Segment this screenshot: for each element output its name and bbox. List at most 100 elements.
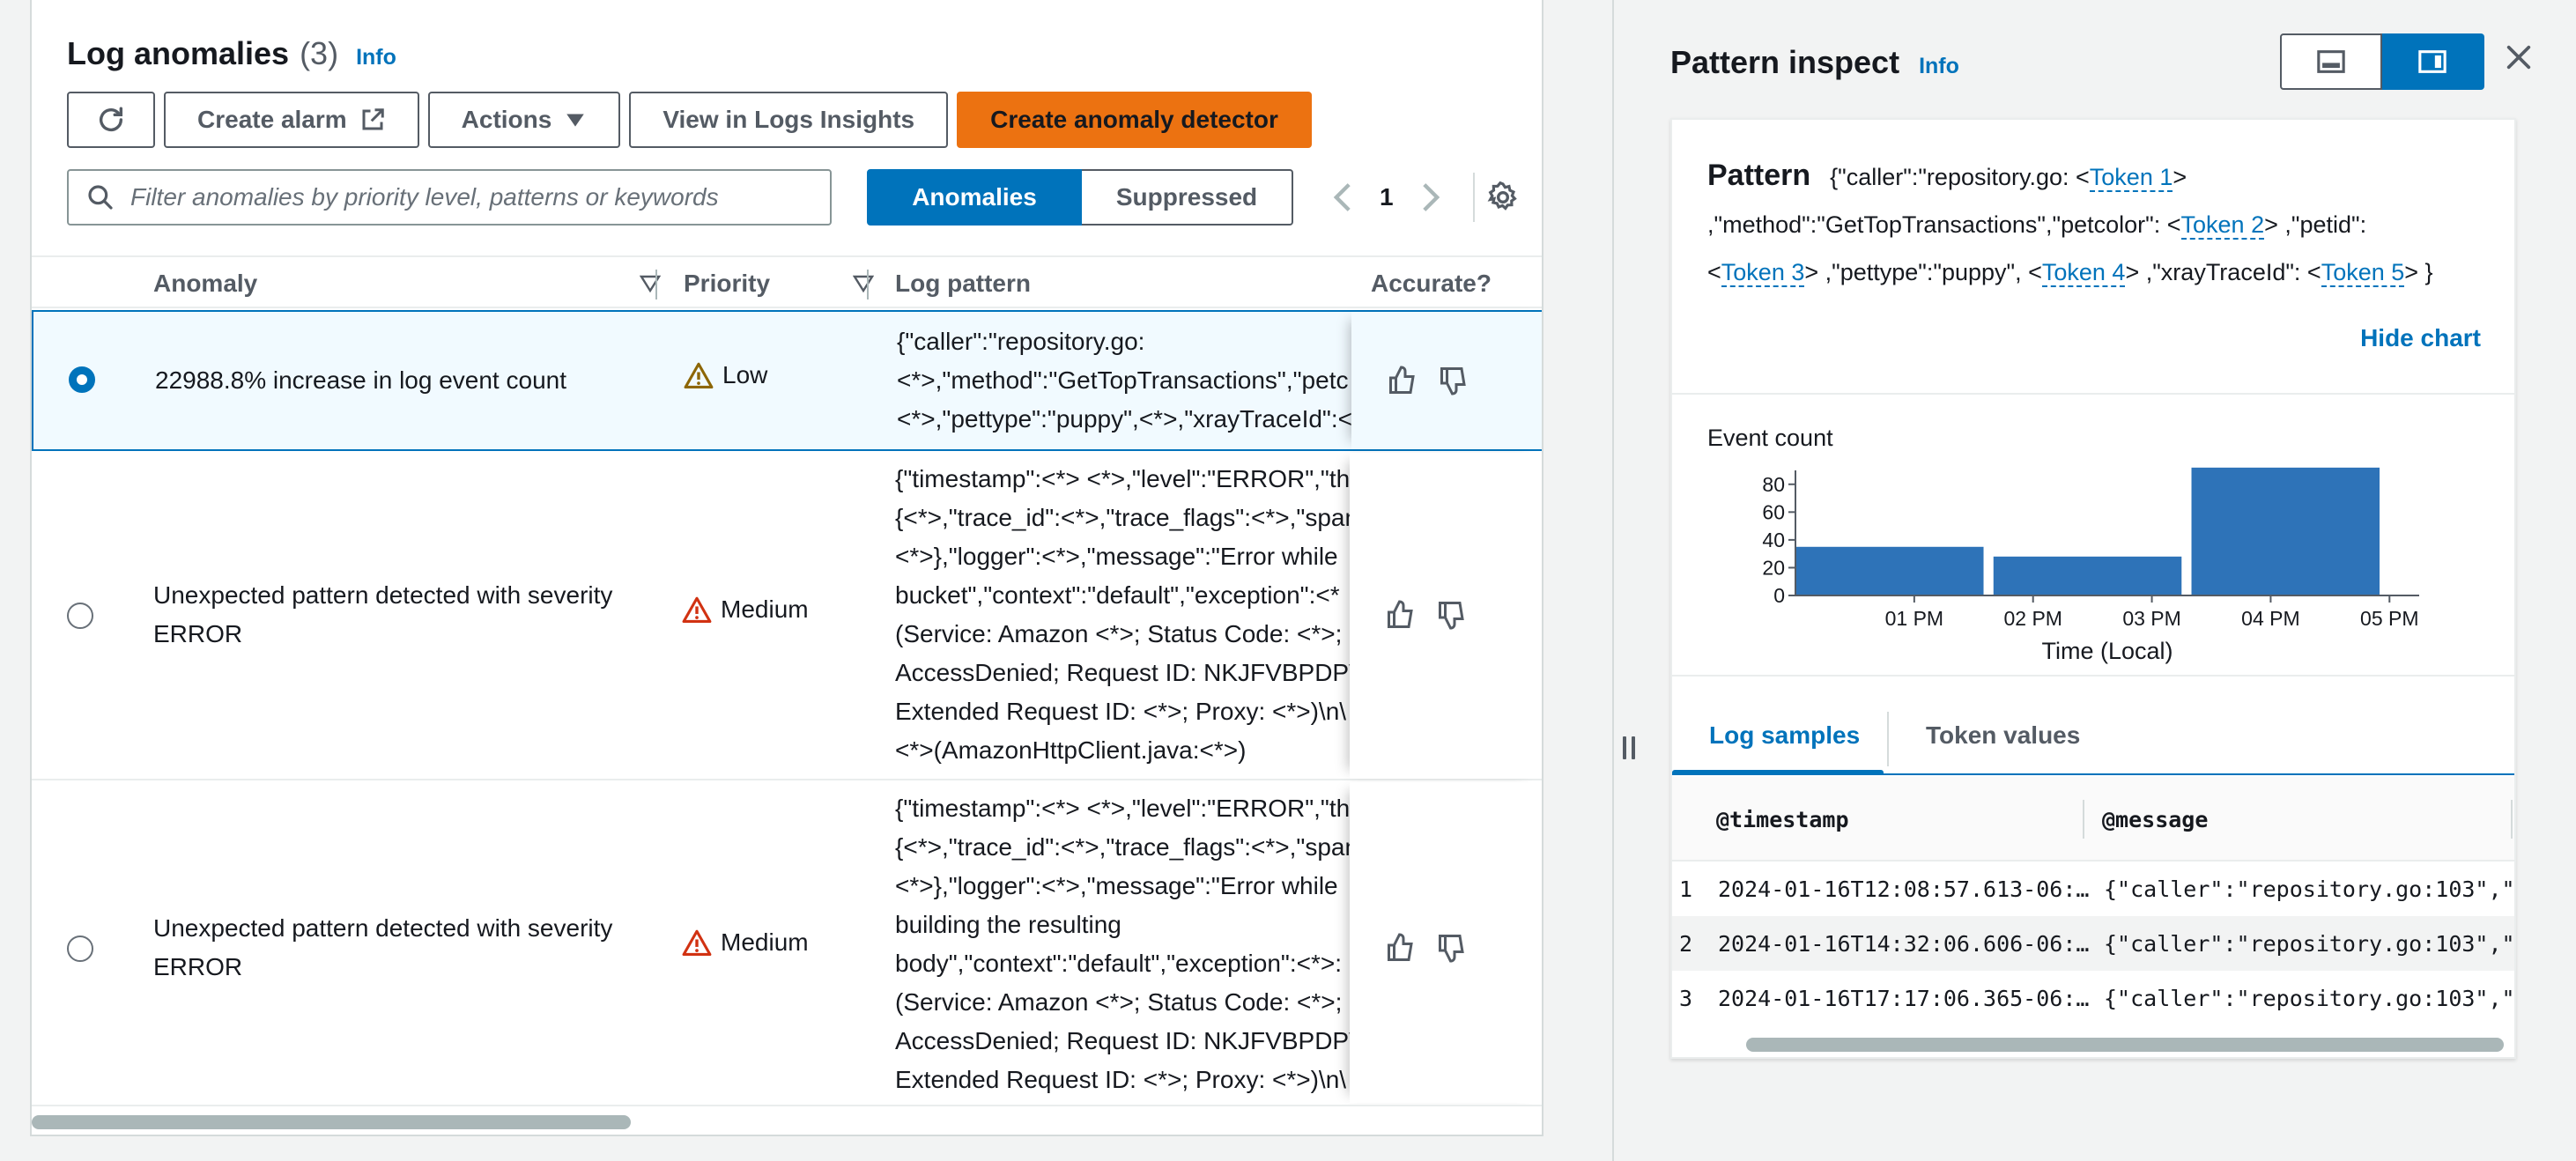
anomalies-segment-button[interactable]: Anomalies	[867, 169, 1082, 226]
tab-separator	[1887, 712, 1889, 766]
chart-bar	[1993, 556, 2182, 595]
table-row[interactable]: 22988.8% increase in log event count Low…	[32, 310, 1542, 451]
sort-icon[interactable]	[640, 274, 661, 293]
pagination: 1	[1332, 176, 1441, 218]
sample-message: {"caller":"repository.go:103","…	[2104, 876, 2516, 902]
token-link[interactable]: Token 2	[2180, 211, 2265, 240]
refresh-icon	[99, 107, 123, 131]
column-header-priority[interactable]: Priority	[684, 257, 874, 310]
priority-label: Medium	[721, 595, 809, 623]
chevron-right-icon[interactable]	[1420, 181, 1441, 213]
resize-handle[interactable]	[1623, 736, 1635, 759]
priority-label: Low	[722, 361, 768, 388]
anomaly-header-label: Anomaly	[153, 270, 258, 297]
current-page[interactable]: 1	[1380, 183, 1394, 211]
log-sample-row[interactable]: 3 2024-01-16T17:17:06.365-06:… {"caller"…	[1672, 971, 2516, 1025]
chart-bar	[1795, 546, 1984, 595]
column-separator[interactable]	[2083, 800, 2084, 839]
tab-log-samples[interactable]: Log samples	[1709, 696, 1860, 775]
split-panel-header: Pattern inspect Info	[1670, 44, 1959, 81]
row-number: 2	[1679, 930, 1693, 957]
create-anomaly-detector-button[interactable]: Create anomaly detector	[957, 92, 1312, 148]
pattern-fragment: > ,"xrayTraceId": <	[2125, 259, 2321, 285]
column-separator[interactable]	[655, 270, 657, 299]
active-tab-indicator	[1672, 770, 1884, 775]
x-tick-label: 03 PM	[2122, 607, 2180, 630]
token-link[interactable]: Token 5	[2321, 259, 2405, 287]
anomaly-count: (3)	[300, 35, 339, 71]
token-link[interactable]: Token 4	[2041, 259, 2126, 287]
anomaly-description: Unexpected pattern detected with severit…	[153, 914, 613, 980]
tab-token-values[interactable]: Token values	[1926, 696, 2080, 775]
row-radio[interactable]	[69, 366, 95, 393]
y-tick-label: 40	[1762, 529, 1785, 551]
suppressed-segment-button[interactable]: Suppressed	[1082, 169, 1293, 226]
chevron-left-icon[interactable]	[1332, 181, 1353, 213]
x-tick-label: 02 PM	[2003, 607, 2062, 630]
token-link[interactable]: Token 3	[1721, 259, 1805, 287]
view-in-logs-insights-button[interactable]: View in Logs Insights	[629, 92, 949, 148]
timestamp-column-header[interactable]: @timestamp	[1716, 777, 1849, 862]
sample-timestamp: 2024-01-16T12:08:57.613-06:…	[1718, 876, 2090, 902]
column-header-log-pattern[interactable]: Log pattern	[895, 257, 1031, 310]
column-separator[interactable]	[2511, 800, 2513, 839]
table-row[interactable]: Unexpected pattern detected with severit…	[32, 782, 1542, 1103]
row-radio[interactable]	[67, 603, 93, 629]
info-link[interactable]: Info	[356, 45, 396, 70]
thumbs-up-icon[interactable]	[1387, 365, 1418, 396]
y-tick-label: 60	[1762, 500, 1785, 523]
token-link[interactable]: Token 1	[2089, 164, 2173, 192]
bottom-panel-button[interactable]	[2280, 33, 2382, 90]
feedback-buttons	[1385, 599, 1468, 631]
hide-chart-link[interactable]: Hide chart	[2360, 324, 2481, 352]
thumbs-down-icon[interactable]	[1436, 932, 1468, 964]
sample-timestamp: 2024-01-16T14:32:06.606-06:…	[1718, 930, 2090, 957]
x-tick-label: 05 PM	[2360, 607, 2418, 630]
x-tick-label: 04 PM	[2241, 607, 2299, 630]
anomalies-table: Anomaly Priority Log pattern Accurate? 2…	[32, 255, 1542, 1103]
chart-bar	[2191, 467, 2380, 595]
priority-cell: Medium	[682, 928, 809, 957]
refresh-button[interactable]	[67, 92, 155, 148]
warning-icon	[684, 362, 714, 389]
thumbs-down-icon[interactable]	[1438, 365, 1469, 396]
sort-icon[interactable]	[853, 274, 874, 293]
log-pattern-cell: {"timestamp":<*> <*>,"level":"ERROR","th…	[895, 795, 1373, 1093]
scrollbar-thumb[interactable]	[32, 1115, 631, 1129]
row-radio[interactable]	[67, 935, 93, 962]
priority-label: Medium	[721, 928, 809, 956]
search-input[interactable]	[130, 183, 800, 211]
log-sample-row[interactable]: 2 2024-01-16T14:32:06.606-06:… {"caller"…	[1672, 916, 2514, 971]
x-axis-title: Time (Local)	[2041, 638, 2173, 664]
column-header-anomaly[interactable]: Anomaly	[153, 257, 661, 310]
log-pattern-cell: {"caller":"repository.go: <*>,"method":"…	[897, 328, 1353, 433]
create-detector-label: Create anomaly detector	[990, 106, 1278, 133]
close-icon[interactable]	[2504, 42, 2534, 72]
divider	[1672, 393, 2514, 395]
create-alarm-button[interactable]: Create alarm	[164, 92, 419, 148]
message-column-header[interactable]: @message	[2102, 777, 2208, 862]
app-root: Log anomalies (3) Info Create alarm Acti…	[0, 0, 2576, 1161]
feedback-buttons	[1385, 932, 1468, 964]
pattern-fragment: {"caller":"repository.go: <	[1830, 164, 2090, 190]
tab-bar: Log samples Token values	[1672, 696, 2514, 780]
priority-header-label: Priority	[684, 270, 771, 297]
thumbs-down-icon[interactable]	[1436, 599, 1468, 631]
column-separator[interactable]	[867, 270, 869, 299]
info-link[interactable]: Info	[1919, 54, 1959, 79]
sample-message: {"caller":"repository.go:103","…	[2104, 985, 2516, 1011]
actions-dropdown[interactable]: Actions	[427, 92, 621, 148]
panel-bottom-icon	[2317, 50, 2345, 73]
horizontal-scrollbar[interactable]	[32, 1105, 1542, 1133]
anomaly-description: Unexpected pattern detected with severit…	[153, 581, 613, 647]
row-number: 1	[1679, 876, 1693, 902]
thumbs-up-icon[interactable]	[1385, 932, 1417, 964]
search-icon	[88, 185, 113, 210]
gear-icon[interactable]	[1485, 180, 1521, 215]
table-row[interactable]: Unexpected pattern detected with severit…	[32, 453, 1542, 780]
pattern-fragment: > ,"pettype":"puppy", <	[1804, 259, 2042, 285]
side-panel-button[interactable]	[2382, 33, 2484, 90]
scrollbar-thumb[interactable]	[1746, 1038, 2504, 1052]
log-sample-row[interactable]: 1 2024-01-16T12:08:57.613-06:… {"caller"…	[1672, 862, 2516, 916]
thumbs-up-icon[interactable]	[1385, 599, 1417, 631]
